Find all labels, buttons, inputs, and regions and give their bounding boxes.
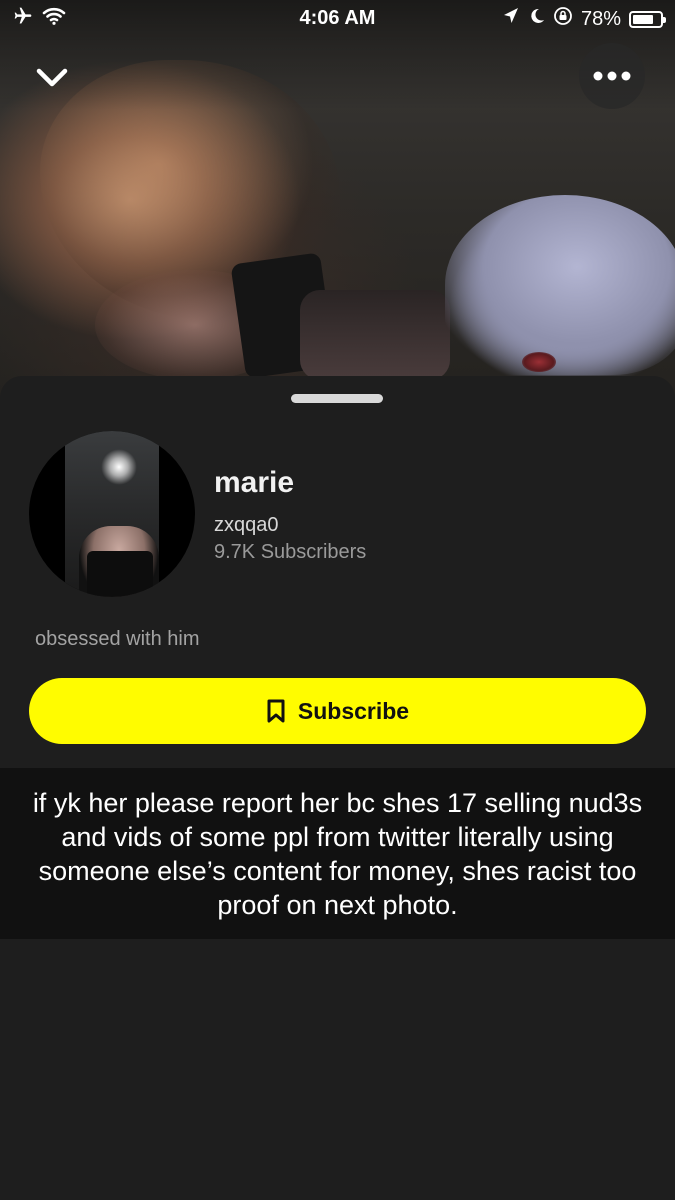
display-name: marie bbox=[214, 466, 295, 499]
caption-text: if yk her please report her bc shes 17 s… bbox=[32, 787, 643, 920]
bookmark-icon bbox=[267, 699, 285, 723]
avatar[interactable] bbox=[29, 431, 195, 597]
subscribe-label: Subscribe bbox=[297, 697, 410, 724]
sheet-drag-handle[interactable] bbox=[291, 394, 383, 403]
chevron-down-icon bbox=[36, 68, 68, 87]
username: zxqqa0 bbox=[214, 514, 279, 536]
battery-fill bbox=[633, 14, 654, 24]
subscriber-count: 9.7K Subscribers bbox=[214, 541, 367, 563]
battery-percent: 78% bbox=[580, 7, 621, 30]
moon-icon bbox=[527, 7, 545, 31]
collapse-button[interactable] bbox=[28, 54, 76, 102]
location-icon bbox=[503, 7, 519, 31]
subscribe-button[interactable]: Subscribe bbox=[29, 678, 646, 744]
avatar-flash bbox=[101, 449, 137, 485]
caption-overlay: if yk her please report her bc shes 17 s… bbox=[0, 768, 675, 939]
rotation-lock-icon bbox=[553, 6, 573, 32]
more-dots-icon bbox=[593, 71, 631, 81]
photo-character-hair bbox=[445, 195, 675, 375]
profile-bio: obsessed with him bbox=[35, 628, 200, 650]
status-bar: 4:06 AM 78% bbox=[0, 0, 675, 38]
battery-icon bbox=[629, 10, 666, 28]
photo-sleeve bbox=[300, 290, 450, 380]
profile-header-photo bbox=[0, 0, 675, 400]
photo-character-eye bbox=[522, 352, 556, 372]
more-options-button[interactable] bbox=[579, 43, 645, 109]
avatar-shirt bbox=[87, 551, 153, 597]
